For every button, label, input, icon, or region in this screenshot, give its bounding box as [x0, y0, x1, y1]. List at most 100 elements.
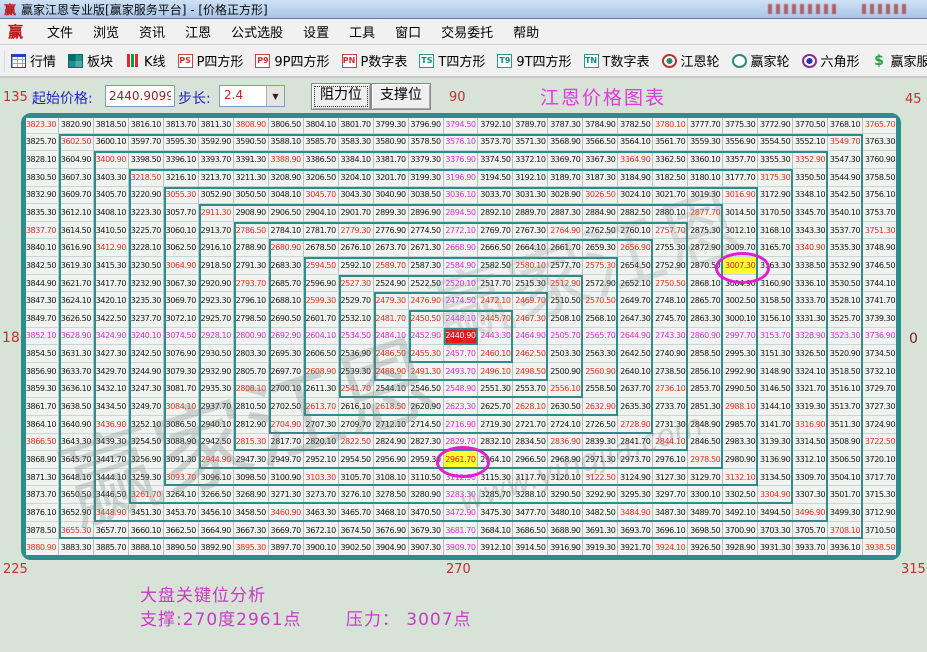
grid-cell[interactable]: 2527.30 [339, 275, 374, 293]
grid-cell[interactable]: 2448.10 [444, 310, 479, 328]
grid-cell[interactable]: 2716.90 [444, 416, 479, 434]
grid-cell[interactable]: 2851.30 [688, 398, 723, 416]
grid-cell[interactable]: 3189.70 [548, 169, 583, 187]
grid-cell[interactable]: 3252.10 [129, 416, 164, 434]
grid-cell[interactable]: 2940.10 [199, 416, 234, 434]
grid-cell[interactable]: 3760.90 [863, 151, 898, 169]
grid-cell[interactable]: 3772.90 [758, 116, 793, 134]
grid-cell[interactable]: 2539.30 [339, 363, 374, 381]
grid-cell[interactable]: 2949.70 [269, 451, 304, 469]
grid-cell[interactable]: 3012.10 [723, 222, 758, 240]
grid-cell[interactable]: 3513.70 [828, 398, 863, 416]
grid-cell[interactable]: 2630.50 [548, 398, 583, 416]
grid-cell[interactable]: 2505.70 [548, 328, 583, 346]
grid-cell[interactable]: 3756.10 [863, 187, 898, 205]
grid-cell[interactable]: 3516.10 [828, 381, 863, 399]
grid-cell[interactable]: 3890.50 [164, 539, 199, 557]
grid-cell[interactable]: 3933.70 [793, 539, 828, 557]
grid-cell[interactable]: 3268.90 [234, 486, 269, 504]
grid-cell[interactable]: 3348.10 [793, 187, 828, 205]
grid-cell[interactable]: 3417.70 [94, 275, 129, 293]
grid-cell[interactable]: 2824.90 [374, 434, 409, 452]
grid-cell[interactable]: 2772.10 [444, 222, 479, 240]
grid-cell[interactable]: 2652.10 [618, 275, 653, 293]
grid-cell[interactable]: 3372.10 [513, 151, 548, 169]
grid-cell[interactable]: 2517.70 [478, 275, 513, 293]
grid-cell[interactable]: 2932.90 [199, 363, 234, 381]
grid-cell[interactable]: 3254.50 [129, 434, 164, 452]
toolbar-button-六角形[interactable]: 六角形 [796, 49, 866, 72]
grid-cell[interactable]: 3693.70 [618, 522, 653, 540]
grid-cell[interactable]: 3470.50 [409, 504, 444, 522]
grid-cell[interactable]: 2635.30 [618, 398, 653, 416]
grid-cell[interactable]: 3331.30 [793, 310, 828, 328]
grid-cell[interactable]: 3847.30 [24, 292, 59, 310]
grid-cell[interactable]: 3213.70 [199, 169, 234, 187]
grid-cell[interactable]: 3064.90 [164, 257, 199, 275]
grid-cell[interactable]: 2733.70 [653, 398, 688, 416]
grid-cell[interactable]: 3705.70 [793, 522, 828, 540]
grid-cell[interactable]: 3168.10 [758, 222, 793, 240]
grid-cell[interactable]: 3028.90 [548, 187, 583, 205]
grid-cell[interactable]: 3384.10 [339, 151, 374, 169]
grid-cell[interactable]: 2608.90 [304, 363, 339, 381]
grid-cell[interactable]: 2544.10 [374, 381, 409, 399]
grid-cell[interactable]: 2563.30 [583, 345, 618, 363]
grid-cell[interactable]: 3381.70 [374, 151, 409, 169]
grid-cell[interactable]: 2928.10 [199, 328, 234, 346]
grid-cell[interactable]: 3379.30 [409, 151, 444, 169]
step-select[interactable]: 2.4 ▼ [219, 85, 285, 107]
grid-cell[interactable]: 2916.10 [199, 239, 234, 257]
grid-cell[interactable]: 2553.70 [513, 381, 548, 399]
grid-cell[interactable]: 2577.70 [548, 257, 583, 275]
grid-cell[interactable]: 2594.50 [304, 257, 339, 275]
grid-cell[interactable]: 3132.10 [723, 469, 758, 487]
grid-cell[interactable]: 2599.30 [304, 292, 339, 310]
grid-cell[interactable]: 3717.70 [863, 469, 898, 487]
grid-cell[interactable]: 3537.70 [828, 222, 863, 240]
grid-cell[interactable]: 2623.30 [444, 398, 479, 416]
grid-cell[interactable]: 3912.10 [478, 539, 513, 557]
grid-cell[interactable]: 3004.90 [723, 275, 758, 293]
grid-cell[interactable]: 2659.30 [583, 239, 618, 257]
grid-cell[interactable]: 3650.50 [59, 486, 94, 504]
grid-cell[interactable]: 3696.10 [653, 522, 688, 540]
grid-cell[interactable]: 2892.10 [478, 204, 513, 222]
grid-cell[interactable]: 2788.90 [234, 239, 269, 257]
grid-cell[interactable]: 2880.10 [653, 204, 688, 222]
grid-cell[interactable]: 2692.90 [269, 328, 304, 346]
grid-cell[interactable]: 3523.30 [828, 328, 863, 346]
grid-cell[interactable]: 2798.50 [234, 310, 269, 328]
grid-cell[interactable]: 2896.90 [409, 204, 444, 222]
grid-cell[interactable]: 3775.30 [723, 116, 758, 134]
grid-cell[interactable]: 2911.30 [199, 204, 234, 222]
grid-cell[interactable]: 3038.50 [409, 187, 444, 205]
grid-cell[interactable]: 2570.50 [583, 292, 618, 310]
grid-cell[interactable]: 2800.90 [234, 328, 269, 346]
grid-cell[interactable]: 3172.90 [758, 187, 793, 205]
grid-cell[interactable]: 3628.90 [59, 328, 94, 346]
grid-cell[interactable]: 3367.30 [583, 151, 618, 169]
grid-cell[interactable]: 3127.30 [653, 469, 688, 487]
grid-cell[interactable]: 2618.50 [374, 398, 409, 416]
grid-cell[interactable]: 2985.70 [723, 416, 758, 434]
grid-cell[interactable]: 2580.10 [513, 257, 548, 275]
grid-cell[interactable]: 3160.90 [758, 275, 793, 293]
grid-cell[interactable]: 3561.70 [653, 134, 688, 152]
grid-cell[interactable]: 3355.30 [758, 151, 793, 169]
grid-cell[interactable]: 3410.50 [94, 222, 129, 240]
grid-cell[interactable]: 3916.90 [548, 539, 583, 557]
grid-cell[interactable]: 3520.90 [828, 345, 863, 363]
grid-cell[interactable]: 3643.30 [59, 434, 94, 452]
grid-cell[interactable]: 3163.30 [758, 257, 793, 275]
grid-cell[interactable]: 2551.30 [478, 381, 513, 399]
grid-cell[interactable]: 3081.70 [164, 381, 199, 399]
grid-cell[interactable]: 3048.10 [269, 187, 304, 205]
grid-cell[interactable]: 3175.30 [758, 169, 793, 187]
grid-cell[interactable]: 3578.50 [409, 134, 444, 152]
grid-cell[interactable]: 2647.30 [618, 310, 653, 328]
grid-cell[interactable]: 2726.50 [583, 416, 618, 434]
grid-cell[interactable]: 3768.10 [828, 116, 863, 134]
grid-cell[interactable]: 3230.50 [129, 257, 164, 275]
grid-cell[interactable]: 3052.90 [199, 187, 234, 205]
